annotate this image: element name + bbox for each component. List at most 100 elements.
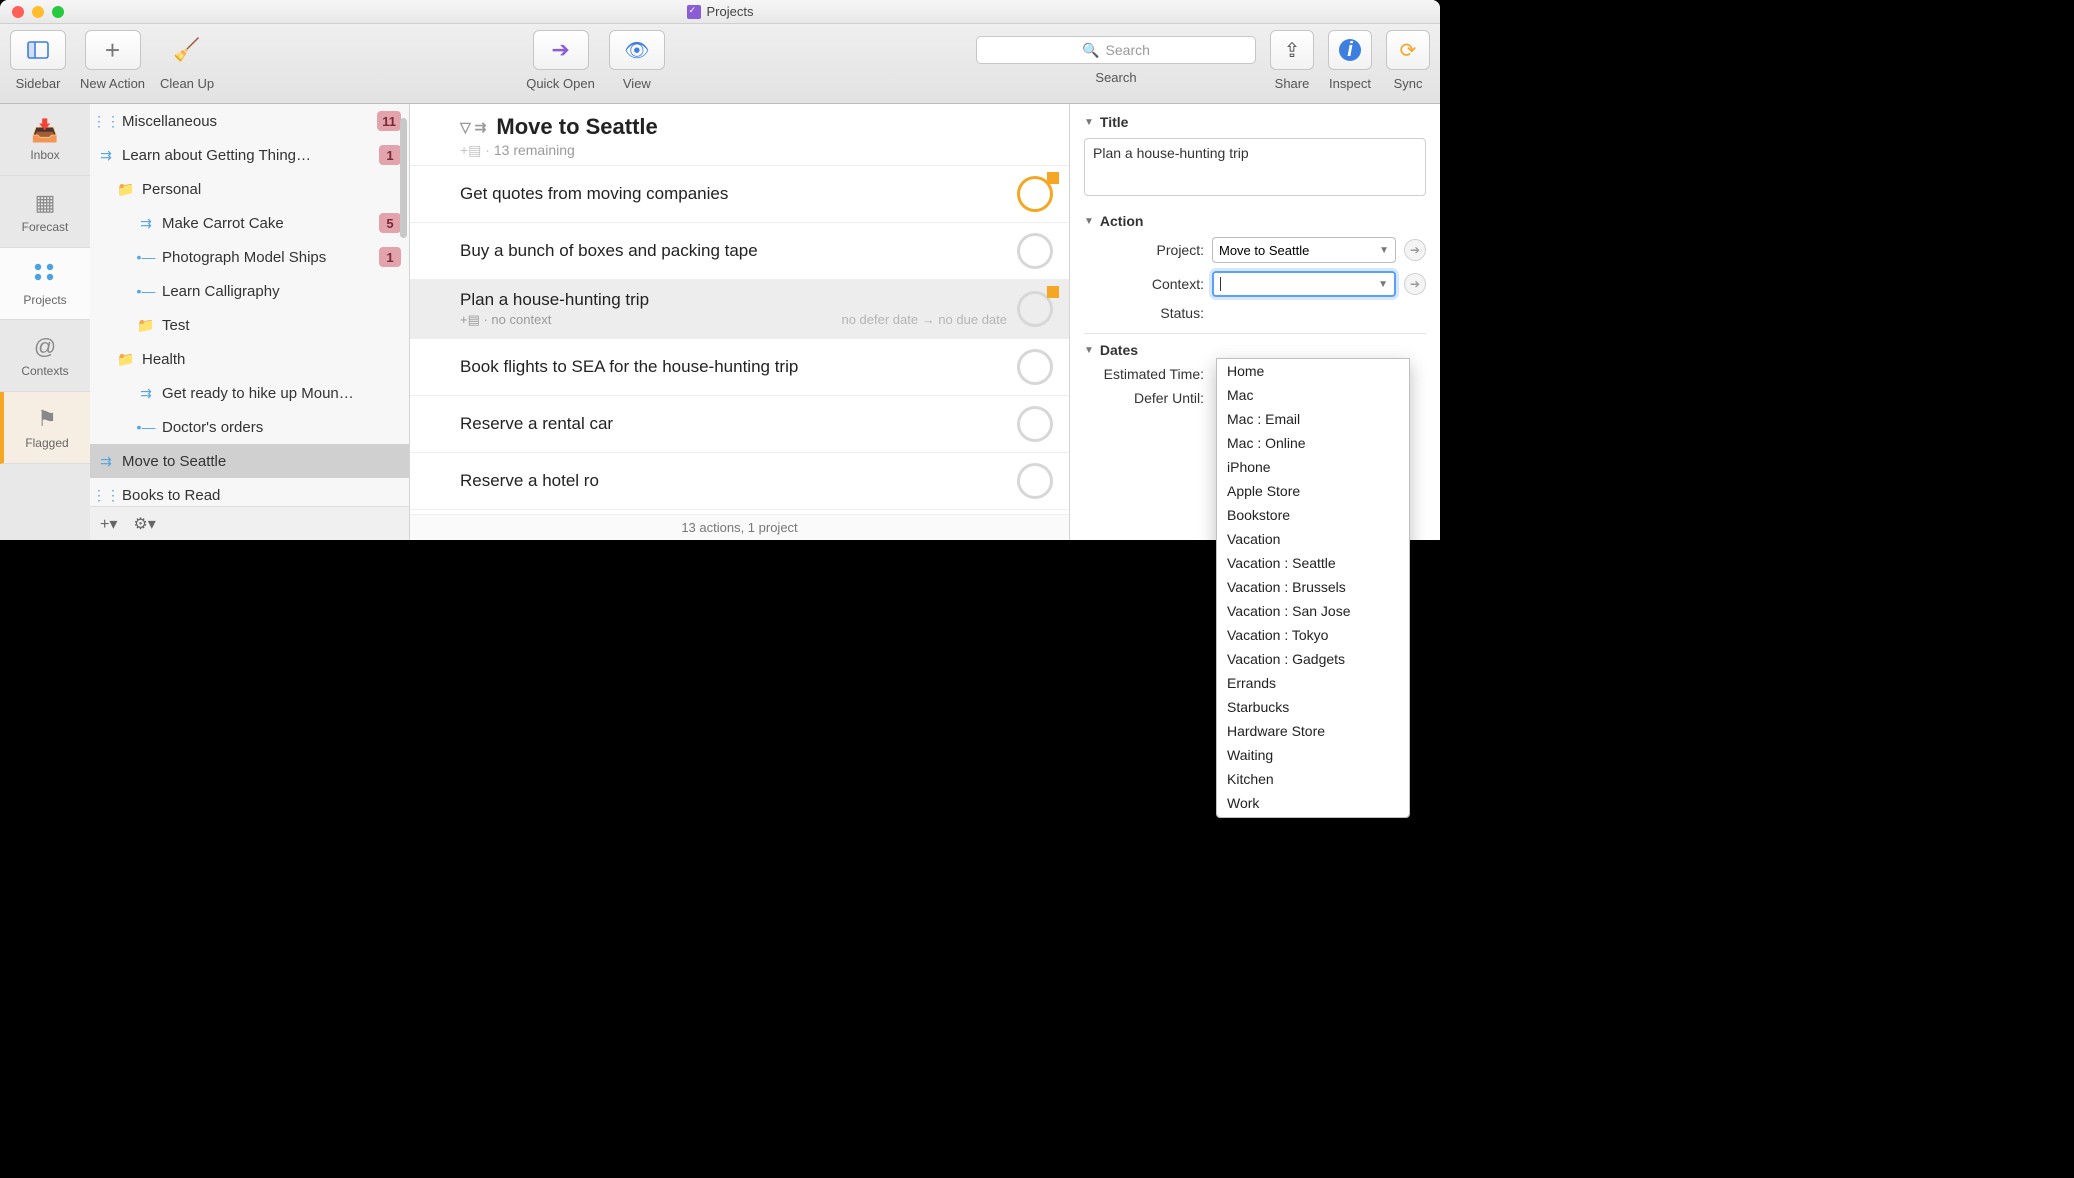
share-button[interactable]: ⇪ [1270, 30, 1314, 70]
context-option[interactable]: Waiting [1217, 743, 1409, 767]
context-option[interactable]: Bookstore [1217, 503, 1409, 527]
status-label: Status: [1084, 305, 1204, 321]
sidebar-item[interactable]: ⋮⋮Books to Read [90, 478, 409, 504]
inspector-dates-header[interactable]: ▼Dates [1084, 342, 1426, 358]
context-option[interactable]: Work [1217, 791, 1409, 815]
perspective-contexts[interactable]: @ Contexts [0, 320, 90, 392]
task-row[interactable]: Get quotes from moving companies [410, 166, 1069, 223]
context-option[interactable]: Vacation : Tokyo [1217, 623, 1409, 647]
context-option[interactable]: Mac : Email [1217, 407, 1409, 431]
par-icon: ⋮⋮ [96, 113, 116, 130]
task-list: Get quotes from moving companiesBuy a bu… [410, 166, 1069, 540]
scrollbar[interactable] [400, 118, 407, 238]
search-placeholder: Search [1106, 42, 1150, 58]
project-list: ⋮⋮Miscellaneous11⇉Learn about Getting Th… [90, 104, 409, 504]
perspective-flagged[interactable]: ⚑ Flagged [0, 392, 90, 464]
go-to-context-button[interactable]: ➔ [1404, 273, 1426, 295]
search-label: Search [1095, 70, 1136, 85]
go-to-project-button[interactable]: ➔ [1404, 239, 1426, 261]
status-circle[interactable] [1017, 463, 1053, 499]
inspect-button[interactable]: i [1328, 30, 1372, 70]
search-icon: 🔍 [1082, 42, 1099, 59]
flag-icon: ⚑ [37, 406, 57, 432]
project-combo[interactable]: Move to Seattle▼ [1212, 237, 1396, 263]
context-option[interactable]: Errands [1217, 671, 1409, 695]
sidebar-item[interactable]: ⇉Move to Seattle [90, 444, 409, 478]
task-row[interactable]: Buy a bunch of boxes and packing tape [410, 223, 1069, 280]
status-circle[interactable] [1017, 233, 1053, 269]
sidebar-item[interactable]: 📁Personal [90, 172, 409, 206]
quick-open-button[interactable]: ➔ [533, 30, 589, 70]
task-title: Reserve a rental car [460, 414, 1007, 434]
sidebar-item[interactable]: ⋮⋮Miscellaneous11 [90, 104, 409, 138]
toggle-sidebar-button[interactable] [10, 30, 66, 70]
new-action-button[interactable]: + [85, 30, 141, 70]
flag-indicator [1047, 286, 1059, 298]
context-option[interactable]: Vacation : Gadgets [1217, 647, 1409, 671]
context-option[interactable]: Hardware Store [1217, 719, 1409, 743]
sidebar-item[interactable]: 📁Test [90, 308, 409, 342]
sidebar-item[interactable]: •—Learn Calligraphy [90, 274, 409, 308]
sidebar-item-label: Get ready to hike up Moun… [162, 385, 401, 402]
sidebar-item-label: Photograph Model Ships [162, 249, 379, 266]
context-option[interactable]: Starbucks [1217, 695, 1409, 719]
task-row[interactable]: Plan a house-hunting trip+▤ · no context… [410, 280, 1069, 339]
context-option[interactable]: Home [1217, 359, 1409, 383]
task-row[interactable]: Reserve a rental car [410, 396, 1069, 453]
clean-up-label: Clean Up [160, 76, 214, 91]
clean-up-button[interactable]: 🧹 [159, 30, 215, 70]
inspector-title-header[interactable]: ▼Title [1084, 114, 1426, 130]
toggle-sidebar-label: Sidebar [16, 76, 61, 91]
single-icon: •— [136, 249, 156, 265]
sync-icon: ⟳ [1400, 38, 1417, 63]
inspect-label: Inspect [1329, 76, 1371, 91]
sidebar-item-label: Test [162, 317, 401, 334]
seq-icon: ⇉ [96, 453, 116, 470]
inspector-action-header[interactable]: ▼Action [1084, 213, 1426, 229]
perspective-rail: 📥 Inbox ▦ Forecast Projects @ Contexts ⚑… [0, 104, 90, 540]
gear-button[interactable]: ⚙▾ [133, 514, 155, 534]
search-input[interactable]: 🔍 Search [976, 36, 1256, 64]
share-label: Share [1275, 76, 1310, 91]
outline-header: ▽ ⇉ Move to Seattle +▤ · 13 remaining [410, 104, 1069, 166]
project-sidebar: ⋮⋮Miscellaneous11⇉Learn about Getting Th… [90, 104, 410, 540]
window-title-text: Projects [707, 4, 754, 19]
context-option[interactable]: iPhone [1217, 455, 1409, 479]
task-row[interactable]: Book flights to SEA for the house-huntin… [410, 339, 1069, 396]
project-label: Project: [1084, 242, 1204, 258]
context-option[interactable]: Apple Store [1217, 479, 1409, 503]
context-option[interactable]: TV [1217, 815, 1409, 818]
context-option[interactable]: Vacation : San Jose [1217, 599, 1409, 623]
perspective-forecast[interactable]: ▦ Forecast [0, 176, 90, 248]
context-combo[interactable]: ▼ [1212, 271, 1396, 297]
count-badge: 1 [379, 145, 401, 165]
outline-title: Move to Seattle [496, 114, 657, 140]
context-option[interactable]: Vacation : Brussels [1217, 575, 1409, 599]
perspective-inbox[interactable]: 📥 Inbox [0, 104, 90, 176]
title-field[interactable] [1084, 138, 1426, 196]
view-button[interactable]: 👁 [609, 30, 665, 70]
sync-button[interactable]: ⟳ [1386, 30, 1430, 70]
status-circle[interactable] [1017, 406, 1053, 442]
sidebar-item[interactable]: •—Doctor's orders [90, 410, 409, 444]
task-row[interactable]: Reserve a hotel ro [410, 453, 1069, 510]
context-option[interactable]: Mac : Online [1217, 431, 1409, 455]
view-label: View [623, 76, 651, 91]
context-option[interactable]: Vacation : Seattle [1217, 551, 1409, 575]
sync-label: Sync [1394, 76, 1423, 91]
seq-icon: ⇉ [136, 215, 156, 232]
count-badge: 11 [377, 111, 401, 131]
add-button[interactable]: +▾ [100, 514, 117, 534]
context-option[interactable]: Vacation [1217, 527, 1409, 551]
sidebar-item[interactable]: •—Photograph Model Ships1 [90, 240, 409, 274]
context-option[interactable]: Mac [1217, 383, 1409, 407]
sidebar-item[interactable]: ⇉Learn about Getting Thing…1 [90, 138, 409, 172]
sidebar-item[interactable]: 📁Health [90, 342, 409, 376]
context-option[interactable]: Kitchen [1217, 767, 1409, 791]
perspective-projects[interactable]: Projects [0, 248, 90, 320]
task-subtitle: +▤ · no contextno defer date → no due da… [460, 312, 1007, 328]
context-dropdown[interactable]: HomeMacMac : EmailMac : OnlineiPhoneAppl… [1216, 358, 1410, 818]
status-circle[interactable] [1017, 349, 1053, 385]
sidebar-item[interactable]: ⇉Get ready to hike up Moun… [90, 376, 409, 410]
sidebar-item[interactable]: ⇉Make Carrot Cake5 [90, 206, 409, 240]
